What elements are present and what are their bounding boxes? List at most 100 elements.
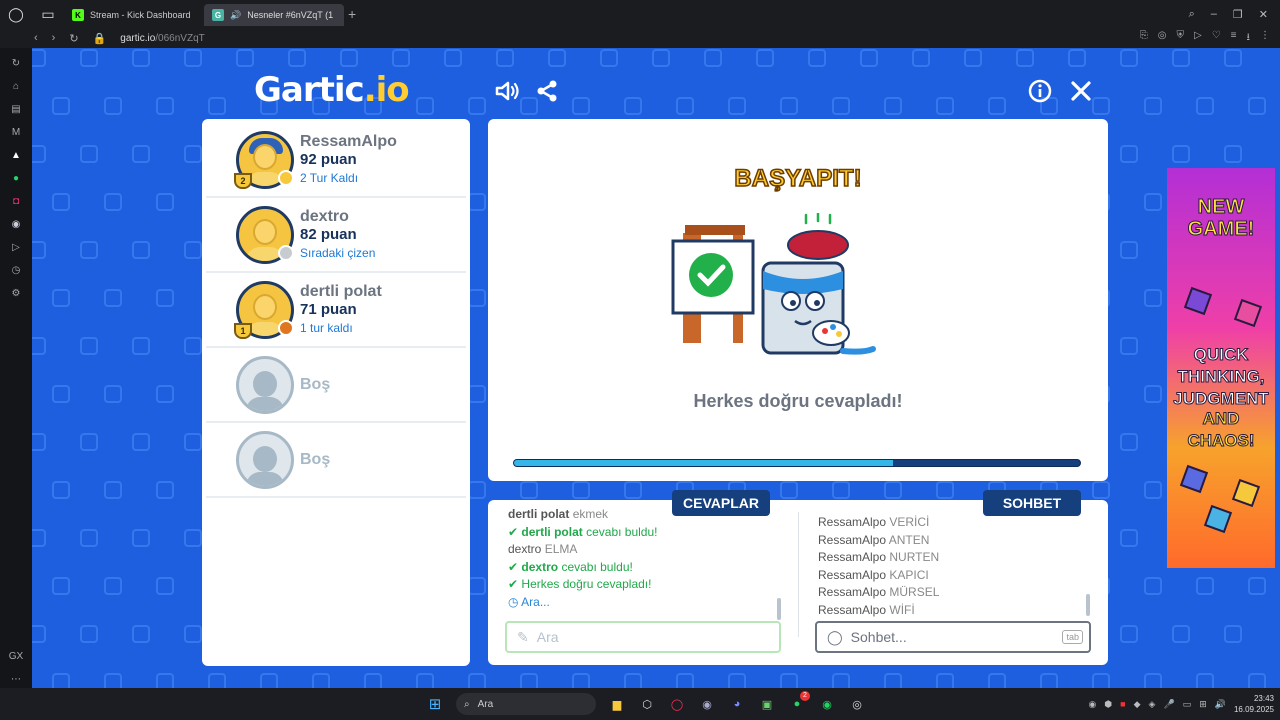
chat-scrollbar[interactable] xyxy=(1086,594,1090,616)
microphone-icon[interactable]: 🎤 xyxy=(1163,699,1174,710)
answer-author: dextro xyxy=(508,542,542,556)
file-explorer-icon[interactable]: ▆ xyxy=(606,693,628,715)
tray-app-icon[interactable]: ◈ xyxy=(1149,699,1156,710)
trophy-icon: 1 xyxy=(234,323,252,339)
info-button[interactable] xyxy=(1025,76,1055,106)
tray-app-icon[interactable]: ◆ xyxy=(1134,699,1141,710)
easy-setup-icon[interactable]: ≡ xyxy=(1231,30,1237,47)
player-row[interactable]: 1 dertli polat 71 puan 1 tur kaldı xyxy=(206,273,466,348)
whatsapp-taskbar-icon[interactable]: ● 2 xyxy=(786,691,810,715)
panel-divider xyxy=(798,512,799,637)
settings-icon[interactable]: ⚙ xyxy=(7,284,25,302)
share-button[interactable] xyxy=(532,76,562,106)
discord-icon[interactable]: ◉ xyxy=(7,215,25,233)
tab-key-hint: tab xyxy=(1062,630,1083,644)
discord-taskbar-icon[interactable]: ◕ xyxy=(726,693,748,715)
player-row[interactable]: dextro 82 puan Sıradaki çizen xyxy=(206,198,466,273)
obs-icon[interactable]: ◎ xyxy=(846,693,868,715)
spotify-icon[interactable]: ◉ xyxy=(816,693,838,715)
editor-icon[interactable]: ▣ xyxy=(756,693,778,715)
instagram-icon[interactable]: ◘ xyxy=(7,192,25,210)
chat-text: KAPICI xyxy=(889,567,929,582)
search-tabs-icon[interactable]: ⌕ xyxy=(1189,8,1195,21)
tab-gartic[interactable]: G 🔊 Nesneler #6nVZqT (1 xyxy=(204,4,344,26)
advertisement-banner[interactable]: NEW GAME! QUICK THINKING, JUDGMENT AND C… xyxy=(1167,168,1275,568)
browser-window: ◯ ▭ K Stream - Kick Dashboard G 🔊 Nesnel… xyxy=(0,0,1280,720)
answers-scrollbar[interactable] xyxy=(777,598,781,620)
url-field[interactable]: gartic.io/066nVZqT xyxy=(120,33,205,44)
forward-icon[interactable]: › xyxy=(52,32,56,44)
masterpiece-banner: BAŞYAPIT! xyxy=(734,164,863,193)
app-icon[interactable]: ⬡ xyxy=(636,693,658,715)
minimize-icon[interactable]: – xyxy=(1211,8,1217,21)
close-button[interactable] xyxy=(1066,76,1096,106)
opera-gx-icon[interactable]: ◯ xyxy=(666,693,688,715)
pencil-icon: ✎ xyxy=(517,628,529,645)
chat-list[interactable]: RessamAlpo VERİCİ RessamAlpo ANTEN RessamA… xyxy=(818,514,1098,619)
empty-player-slot[interactable]: Boş xyxy=(206,348,466,423)
tray-app-icon[interactable]: ◉ xyxy=(1088,699,1096,710)
status-dot xyxy=(278,245,294,261)
history-icon[interactable]: ↻ xyxy=(7,54,25,72)
chat-message: RessamAlpo ANTEN xyxy=(818,532,1098,550)
tab-label: Stream - Kick Dashboard xyxy=(90,10,191,20)
tray-app-icon[interactable]: ⬢ xyxy=(1104,699,1112,710)
taskbar-search[interactable]: ⌕ Ara xyxy=(456,693,596,715)
heart-icon[interactable]: ♡ xyxy=(1212,30,1221,47)
player-points: 82 puan xyxy=(300,225,357,243)
back-icon[interactable]: ‹ xyxy=(34,32,38,44)
gartic-favicon-icon: G xyxy=(212,9,224,21)
volume-icon[interactable]: 🔊 xyxy=(1215,699,1226,710)
round-timer-bar xyxy=(513,459,1081,467)
tray-app-icon[interactable]: ■ xyxy=(1120,699,1125,709)
answers-list[interactable]: dertli polat ekmek ✔ dertli polat cevabı … xyxy=(508,507,788,611)
close-icon xyxy=(1071,81,1091,101)
kick-sidebar-icon[interactable]: ▲ xyxy=(7,146,25,164)
empty-avatar xyxy=(236,430,294,489)
answer-text: cevabı buldu! xyxy=(586,524,658,539)
ad-card-icon xyxy=(1179,464,1209,494)
info-icon xyxy=(1028,79,1052,103)
player-icon[interactable]: ▷ xyxy=(7,238,25,256)
download-icon[interactable]: ⭳ xyxy=(1247,30,1251,47)
close-window-icon[interactable]: ✕ xyxy=(1259,8,1268,21)
tab-kick[interactable]: K Stream - Kick Dashboard xyxy=(64,4,204,26)
store-icon[interactable]: ⌂ xyxy=(7,77,25,95)
tab-menu-icon[interactable]: ▭ xyxy=(32,0,64,28)
opera-menu-icon[interactable]: ◯ xyxy=(0,0,32,28)
answer-input[interactable]: ✎ Ara xyxy=(505,621,781,653)
status-dot xyxy=(278,320,294,336)
shield-icon[interactable]: ⛨ xyxy=(1176,30,1184,47)
answer-text: Herkes doğru cevapladı! xyxy=(521,577,652,591)
tab-label: Nesneler #6nVZqT (1 xyxy=(247,10,334,20)
whatsapp-icon[interactable]: ● xyxy=(7,169,25,187)
network-icon[interactable]: ⊞ xyxy=(1199,699,1207,710)
maximize-icon[interactable]: ❐ xyxy=(1233,8,1243,21)
chat-author: RessamAlpo xyxy=(818,602,887,617)
chat-input[interactable]: ◯ Sohbet... tab xyxy=(815,621,1091,653)
play-icon[interactable]: ▷ xyxy=(1194,30,1202,47)
bookmark-icon[interactable]: ⎘ xyxy=(1140,30,1148,47)
player-row[interactable]: 2 RessamAlpo 92 puan 2 Tur Kaldı xyxy=(206,123,466,198)
clock[interactable]: 23:43 16.09.2025 xyxy=(1234,693,1274,715)
round-result-message: Herkes doğru cevapladı! xyxy=(693,391,903,411)
steam-icon[interactable]: ◉ xyxy=(696,693,718,715)
sound-button[interactable] xyxy=(492,76,522,106)
display-icon[interactable]: ▭ xyxy=(1183,699,1192,710)
reload-icon[interactable]: ↻ xyxy=(69,32,78,45)
camera-icon[interactable]: ◎ xyxy=(1158,30,1167,47)
empty-player-slot[interactable]: Boş xyxy=(206,423,466,498)
extensions-icon[interactable]: ⋮ xyxy=(1260,30,1270,47)
gx-corner-icon[interactable]: ▤ xyxy=(7,100,25,118)
news-icon[interactable]: M xyxy=(7,123,25,141)
address-bar: ‹ › ↻ 🔒 gartic.io/066nVZqT ⎘ ◎ ⛨ ▷ ♡ ≡ ⭳… xyxy=(0,28,1280,48)
player-name: Boş xyxy=(300,450,331,468)
clock-icon[interactable]: ◷ xyxy=(7,261,25,279)
new-tab-button[interactable]: + xyxy=(348,6,356,22)
player-name: dextro xyxy=(300,207,349,225)
check-icon: ✔ xyxy=(508,559,519,574)
status-dot xyxy=(278,170,294,186)
start-icon[interactable]: ⊞ xyxy=(424,693,446,715)
gx-control-icon[interactable]: GX xyxy=(7,647,25,665)
more-icon[interactable]: ⋯ xyxy=(7,670,25,688)
